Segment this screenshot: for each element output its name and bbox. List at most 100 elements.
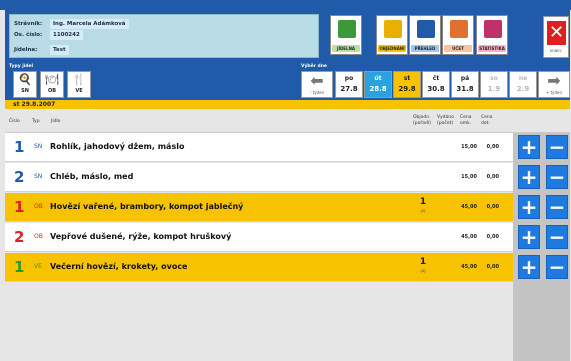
- meal-type-icon: 🍳: [18, 73, 32, 86]
- meal-name: Vepřové dušené, rýže, kompot hruškový: [50, 232, 232, 241]
- close-button[interactable]: ✕ KONEC: [543, 16, 569, 58]
- next-week-button[interactable]: ➡ + týden: [538, 71, 570, 98]
- price-omk: 15,00: [461, 174, 477, 180]
- nav-button-1[interactable]: JÍDELNA: [330, 15, 362, 55]
- date-bar: st 29.8.2007: [5, 100, 570, 109]
- stravnik-label: Strávník:: [14, 21, 43, 27]
- nav-button-4[interactable]: ÚČET: [442, 15, 474, 55]
- col-cena-dot: Cena dot.: [481, 115, 493, 126]
- meal-type: OB: [34, 233, 43, 240]
- meal-number: 1: [14, 198, 25, 216]
- day-date: 27.8: [340, 85, 358, 93]
- nav-button-5[interactable]: STATISTIKA: [476, 15, 508, 55]
- col-cislo: Číslo: [9, 119, 20, 124]
- prev-week-button[interactable]: ⬅ - týden: [301, 71, 333, 98]
- account-icon: [450, 20, 468, 38]
- price-dot: 0,00: [486, 144, 499, 150]
- top-bar: [0, 0, 571, 10]
- nav-button-label: STATISTIKA: [478, 45, 506, 52]
- day-date: 31.8: [456, 85, 474, 93]
- meal-type-icon: 🍽: [45, 73, 59, 86]
- add-portion-button[interactable]: +: [518, 135, 540, 159]
- type-button-ob[interactable]: 🍽 OB: [40, 71, 64, 98]
- nav-button-label: PŘEHLED: [411, 45, 439, 52]
- day-date: 30.8: [427, 85, 445, 93]
- table-row: 2 OB Vepřové dušené, rýže, kompot hruškový…: [5, 223, 568, 252]
- day-name: út: [374, 75, 382, 82]
- meal-type: VE: [34, 263, 42, 270]
- remove-portion-button[interactable]: −: [546, 195, 568, 219]
- stravnik-row: Strávník: Ing. Marcela Adámková: [14, 19, 129, 29]
- type-button-sn[interactable]: 🍳 SN: [13, 71, 37, 98]
- prev-week-label: - týden: [309, 90, 325, 95]
- price-dot: 0,00: [486, 204, 499, 210]
- add-portion-button[interactable]: +: [518, 165, 540, 189]
- col-jidlo: Jídlo: [51, 119, 61, 124]
- jidelna-value: Test: [50, 45, 69, 55]
- add-portion-button[interactable]: +: [518, 255, 540, 279]
- col-typ: Typ: [32, 119, 40, 124]
- close-label: KONEC: [549, 49, 563, 53]
- meal-number: 1: [14, 258, 25, 276]
- remove-portion-button[interactable]: −: [546, 255, 568, 279]
- nav-button-label: ÚČET: [444, 45, 472, 52]
- cislo-label: Os. číslo:: [14, 32, 43, 38]
- arrow-left-icon: ⬅: [310, 71, 324, 90]
- price-omk: 45,00: [461, 204, 477, 210]
- day-name: čt: [432, 75, 440, 82]
- price-dot: 0,00: [486, 264, 499, 270]
- day-name: so: [490, 75, 498, 82]
- meal-number: 2: [14, 168, 25, 186]
- price-dot: 0,00: [486, 234, 499, 240]
- day-name: st: [403, 75, 411, 82]
- types-group-label: Typy jídel: [9, 64, 34, 69]
- nav-button-2[interactable]: OBJEDNÁNÍ: [376, 15, 408, 55]
- day-button-5[interactable]: pá 31.8: [451, 71, 479, 98]
- jidelna-label: Jídelna:: [14, 47, 38, 53]
- close-icon: ✕: [547, 21, 566, 45]
- day-button-6: so 1.9: [480, 71, 508, 98]
- cislo-row: Os. číslo: 1100242: [14, 30, 83, 40]
- stravnik-value: Ing. Marcela Adámková: [50, 19, 129, 29]
- meal-name: Hovězí vařené, brambory, kompot jablečný: [50, 202, 244, 211]
- price-omk: 45,00: [461, 264, 477, 270]
- remove-portion-button[interactable]: −: [546, 135, 568, 159]
- remove-portion-button[interactable]: −: [546, 165, 568, 189]
- jidelna-row: Jídelna: Test: [14, 45, 69, 55]
- ordered-count: 1: [419, 197, 427, 207]
- meal-name: Rohlík, jahodový džem, máslo: [50, 142, 185, 151]
- meal-number: 1: [14, 138, 25, 156]
- meal-number: 2: [14, 228, 25, 246]
- nav-button-3[interactable]: PŘEHLED: [409, 15, 441, 55]
- day-button-1[interactable]: po 27.8: [335, 71, 363, 98]
- table-header: Číslo Typ Jídlo Objedn. (pořadí) Vydáno …: [5, 109, 570, 133]
- meal-name: Večerní hovězí, krokety, ovoce: [50, 262, 188, 271]
- header-panel: Strávník: Ing. Marcela Adámková Os. číslo…: [5, 10, 570, 64]
- meal-type: SN: [34, 173, 43, 180]
- day-date: 28.8: [369, 85, 387, 93]
- meal-type-icon: 🍴: [72, 73, 86, 86]
- day-date: 2.9: [516, 85, 530, 93]
- overview-icon: [417, 20, 435, 38]
- type-button-label: OB: [47, 88, 57, 94]
- add-portion-button[interactable]: +: [518, 225, 540, 249]
- add-portion-button[interactable]: +: [518, 195, 540, 219]
- remove-portion-button[interactable]: −: [546, 225, 568, 249]
- nav-button-label: JÍDELNA: [332, 45, 360, 52]
- nav-button-label: OBJEDNÁNÍ: [378, 45, 406, 52]
- col-cena-omk: Cena omk.: [460, 115, 472, 126]
- meal-type: SN: [34, 143, 43, 150]
- type-button-ve[interactable]: 🍴 VE: [67, 71, 91, 98]
- day-button-2[interactable]: út 28.8: [364, 71, 392, 98]
- day-button-4[interactable]: čt 30.8: [422, 71, 450, 98]
- day-button-3[interactable]: st 29.8: [393, 71, 421, 98]
- price-dot: 0,00: [486, 174, 499, 180]
- meal-type: OB: [34, 203, 43, 210]
- order-icon: [384, 20, 402, 38]
- day-name: pá: [460, 75, 470, 82]
- next-week-label: + týden: [545, 90, 563, 95]
- table-row: 1 VE Večerní hovězí, krokety, ovoce 1 (1) 45,…: [5, 253, 568, 282]
- meal-name: Chléb, máslo, med: [50, 172, 134, 181]
- cislo-value: 1100242: [50, 30, 83, 40]
- day-button-7: ne 2.9: [509, 71, 537, 98]
